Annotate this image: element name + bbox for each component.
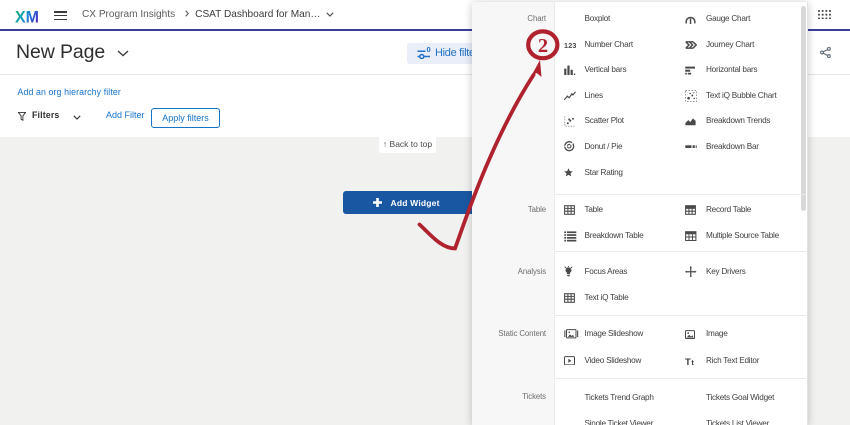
svg-text:2: 2 [538, 35, 548, 57]
